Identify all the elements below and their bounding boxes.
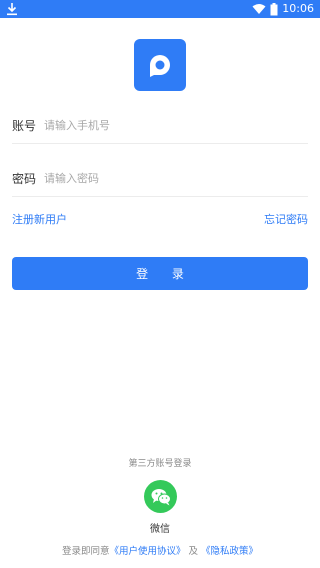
wechat-login-button[interactable] bbox=[144, 480, 177, 513]
wechat-label: 微信 bbox=[150, 524, 170, 535]
password-label: 密码 bbox=[12, 171, 37, 186]
login-button[interactable]: 登 录 bbox=[12, 257, 308, 290]
privacy-policy-link[interactable]: 《隐私政策》 bbox=[201, 546, 258, 557]
third-party-login-title: 第三方账号登录 bbox=[128, 459, 192, 469]
chat-bubble-logo-icon bbox=[150, 55, 170, 77]
wifi-icon bbox=[252, 4, 266, 14]
agreement-and: 及 bbox=[188, 546, 199, 557]
password-row: 密码 bbox=[12, 160, 308, 197]
status-bar: 10:06 bbox=[0, 0, 320, 18]
phone-input[interactable] bbox=[44, 118, 308, 132]
agreement-text: 登录即同意《用户使用协议》 及 《隐私政策》 bbox=[0, 543, 320, 557]
status-time: 10:06 bbox=[282, 2, 314, 15]
login-page: 10:06 账号 密码 注册新用户 忘记密码 登 录 第三方账号登录 微信 登录 bbox=[0, 0, 320, 568]
wechat-icon bbox=[151, 488, 171, 505]
account-row: 账号 bbox=[12, 107, 308, 144]
forgot-password-link[interactable]: 忘记密码 bbox=[264, 212, 308, 228]
agreement-prefix: 登录即同意 bbox=[61, 546, 110, 557]
app-logo bbox=[134, 39, 186, 91]
password-input[interactable] bbox=[44, 171, 308, 185]
account-label: 账号 bbox=[12, 118, 37, 133]
battery-icon bbox=[270, 2, 278, 15]
register-link[interactable]: 注册新用户 bbox=[12, 212, 67, 228]
user-agreement-link[interactable]: 《用户使用协议》 bbox=[109, 546, 185, 557]
download-icon bbox=[7, 3, 17, 16]
